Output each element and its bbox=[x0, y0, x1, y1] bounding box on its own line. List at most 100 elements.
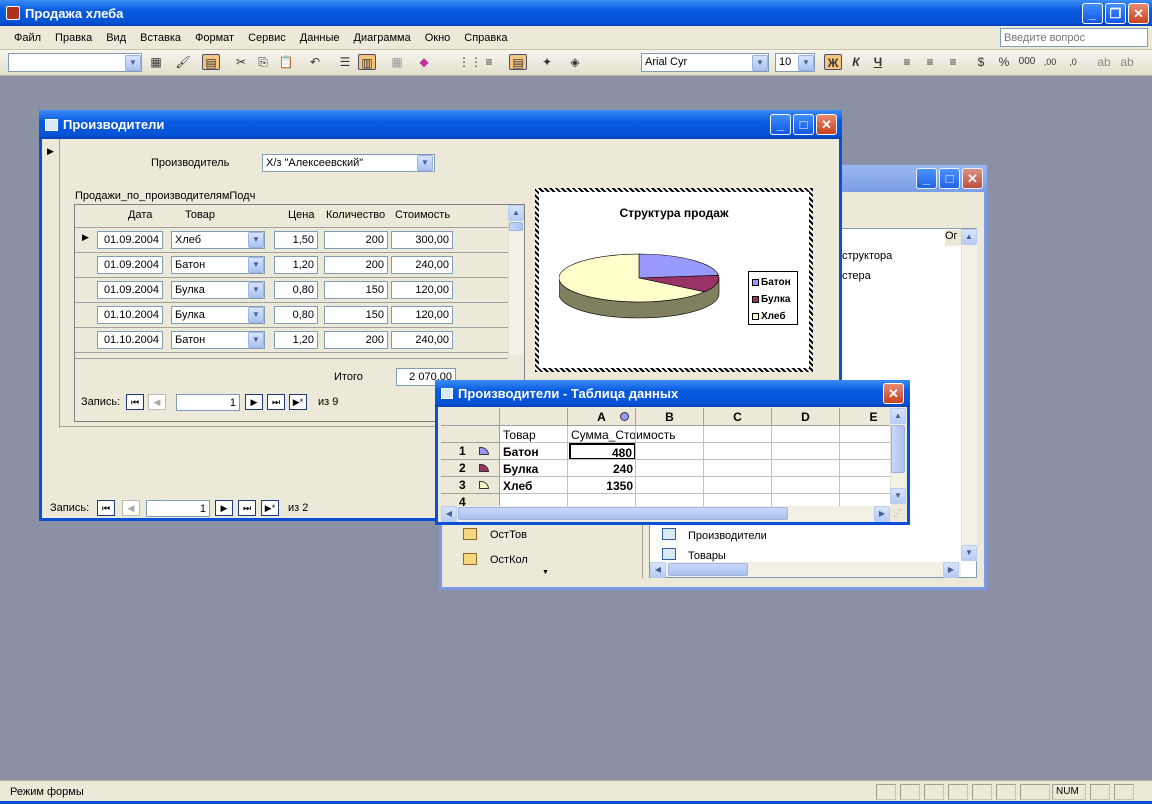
date-field[interactable]: 01.10.2004 bbox=[97, 331, 163, 349]
date-field[interactable]: 01.09.2004 bbox=[97, 231, 163, 249]
row-header[interactable]: 2 bbox=[441, 460, 500, 477]
resize-grip-icon[interactable]: ⋰ bbox=[893, 508, 902, 519]
thousands-icon[interactable]: 000 bbox=[1018, 54, 1036, 70]
by-column-icon[interactable]: ▥ bbox=[358, 54, 376, 70]
menu-item-file[interactable]: Файл bbox=[14, 32, 41, 44]
column-header-b[interactable]: B bbox=[636, 408, 704, 426]
fill-color-icon[interactable]: ◈ bbox=[566, 54, 584, 70]
properties-icon[interactable]: ▦ bbox=[147, 54, 165, 70]
close-button[interactable]: ✕ bbox=[816, 114, 837, 135]
list-item[interactable]: структора bbox=[842, 250, 892, 262]
vertical-scrollbar[interactable] bbox=[961, 229, 977, 561]
date-field[interactable]: 01.09.2004 bbox=[97, 256, 163, 274]
scroll-down-arrow[interactable]: ▼ bbox=[961, 545, 977, 561]
undo-icon[interactable]: ↶ bbox=[306, 54, 324, 70]
copy-icon[interactable]: ⎘ bbox=[254, 54, 272, 70]
chart-frame[interactable]: Структура продаж Батон Булка Хлеб bbox=[535, 188, 813, 372]
font-name-combo[interactable]: Arial Cyr bbox=[641, 53, 769, 72]
last-record-button[interactable]: ⏭ bbox=[238, 500, 256, 516]
percent-icon[interactable]: % bbox=[995, 54, 1013, 70]
menu-item-window[interactable]: Окно bbox=[425, 32, 451, 44]
current-record-field[interactable]: 1 bbox=[176, 394, 240, 411]
close-button[interactable]: ✕ bbox=[962, 168, 983, 189]
qty-field[interactable]: 150 bbox=[324, 306, 388, 324]
scroll-left-arrow[interactable]: ◀ bbox=[441, 506, 457, 522]
align-center-icon[interactable]: ≡ bbox=[921, 54, 939, 70]
new-record-button[interactable]: ▶* bbox=[289, 394, 307, 410]
datasheet-view-icon[interactable]: ▤ bbox=[202, 54, 220, 70]
currency-icon[interactable]: $ bbox=[972, 54, 990, 70]
scroll-right-arrow[interactable]: ▶ bbox=[943, 562, 959, 578]
cell-header-sum[interactable]: Сумма_Стоимость bbox=[571, 427, 675, 443]
menu-item-chart[interactable]: Диаграмма bbox=[354, 32, 411, 44]
chevron-down-icon[interactable]: ▼ bbox=[248, 307, 264, 323]
new-record-button[interactable]: ▶* bbox=[261, 500, 279, 516]
scroll-up-arrow[interactable]: ▲ bbox=[508, 205, 524, 221]
legend-icon[interactable]: ⋮⋮ bbox=[458, 54, 482, 70]
next-record-button[interactable]: ▶ bbox=[215, 500, 233, 516]
chevron-down-icon[interactable]: ▼ bbox=[798, 55, 814, 71]
producer-combobox[interactable]: Х/з "Алексеевский" bbox=[262, 154, 435, 172]
date-field[interactable]: 01.09.2004 bbox=[97, 281, 163, 299]
minimize-button[interactable]: _ bbox=[770, 114, 791, 135]
angle-text-down-icon[interactable]: ab bbox=[1118, 54, 1136, 70]
qty-field[interactable]: 200 bbox=[324, 331, 388, 349]
next-record-button[interactable]: ▶ bbox=[245, 394, 263, 410]
chevron-down-icon[interactable]: ▼ bbox=[248, 232, 264, 248]
minimize-button[interactable]: _ bbox=[1082, 3, 1103, 24]
menu-item-edit[interactable]: Правка bbox=[55, 32, 92, 44]
cost-field[interactable]: 240,00 bbox=[391, 331, 453, 349]
menu-item-format[interactable]: Формат bbox=[195, 32, 234, 44]
field-list-icon[interactable]: ▤ bbox=[509, 54, 527, 70]
align-right-icon[interactable]: ≡ bbox=[944, 54, 962, 70]
scroll-up-arrow[interactable]: ▲ bbox=[961, 229, 977, 245]
cost-field[interactable]: 120,00 bbox=[391, 281, 453, 299]
chevron-down-icon[interactable]: ▼ bbox=[125, 55, 141, 71]
date-field[interactable]: 01.10.2004 bbox=[97, 306, 163, 324]
scroll-left-arrow[interactable]: ◀ bbox=[650, 562, 666, 578]
underline-button[interactable]: Ч bbox=[869, 54, 887, 70]
scroll-thumb[interactable] bbox=[509, 222, 523, 231]
menu-item-insert[interactable]: Вставка bbox=[140, 32, 181, 44]
chart-type-icon[interactable]: ◆ bbox=[415, 54, 433, 70]
format-painter-icon[interactable]: 🖌 bbox=[174, 54, 192, 70]
first-record-button[interactable]: ⏮ bbox=[97, 500, 115, 516]
chevron-down-icon[interactable]: ▼ bbox=[248, 257, 264, 273]
prev-record-button[interactable]: ◀ bbox=[122, 500, 140, 516]
chevron-down-icon[interactable]: ▼ bbox=[248, 332, 264, 348]
close-button[interactable]: ✕ bbox=[1128, 3, 1149, 24]
product-cell[interactable]: Хлеб bbox=[503, 478, 532, 494]
bold-button[interactable]: Ж bbox=[824, 54, 842, 70]
cut-icon[interactable]: ✂ bbox=[232, 54, 250, 70]
list-item[interactable]: Товары bbox=[688, 550, 726, 562]
italic-button[interactable]: К bbox=[847, 54, 865, 70]
gridlines-icon[interactable]: ≡ bbox=[480, 54, 498, 70]
restore-button[interactable]: ❐ bbox=[1105, 3, 1126, 24]
list-item[interactable]: ОстКол bbox=[490, 554, 528, 566]
current-record-field[interactable]: 1 bbox=[146, 500, 210, 517]
first-record-button[interactable]: ⏮ bbox=[126, 394, 144, 410]
align-left-icon[interactable]: ≡ bbox=[898, 54, 916, 70]
by-row-icon[interactable]: ☰ bbox=[336, 54, 354, 70]
price-field[interactable]: 1,50 bbox=[274, 231, 318, 249]
value-cell[interactable]: 480 bbox=[569, 443, 636, 460]
menu-item-help[interactable]: Справка bbox=[464, 32, 507, 44]
record-selector-bar[interactable] bbox=[42, 139, 60, 428]
prev-record-button[interactable]: ◀ bbox=[148, 394, 166, 410]
maximize-button[interactable]: □ bbox=[939, 168, 960, 189]
menu-item-tools[interactable]: Сервис bbox=[248, 32, 286, 44]
list-item[interactable]: стера bbox=[842, 270, 871, 282]
qty-field[interactable]: 150 bbox=[324, 281, 388, 299]
scroll-thumb[interactable] bbox=[668, 563, 748, 576]
row-header[interactable]: 3 bbox=[441, 477, 500, 494]
column-header-c[interactable]: C bbox=[704, 408, 772, 426]
column-header-d[interactable]: D bbox=[772, 408, 840, 426]
menu-item-data[interactable]: Данные bbox=[300, 32, 340, 44]
cell-header-product[interactable]: Товар bbox=[503, 427, 536, 443]
price-field[interactable]: 0,80 bbox=[274, 306, 318, 324]
qty-field[interactable]: 200 bbox=[324, 231, 388, 249]
price-field[interactable]: 1,20 bbox=[274, 256, 318, 274]
scroll-thumb[interactable] bbox=[891, 425, 905, 473]
menu-item-view[interactable]: Вид bbox=[106, 32, 126, 44]
chevron-down-icon[interactable]: ▼ bbox=[248, 282, 264, 298]
